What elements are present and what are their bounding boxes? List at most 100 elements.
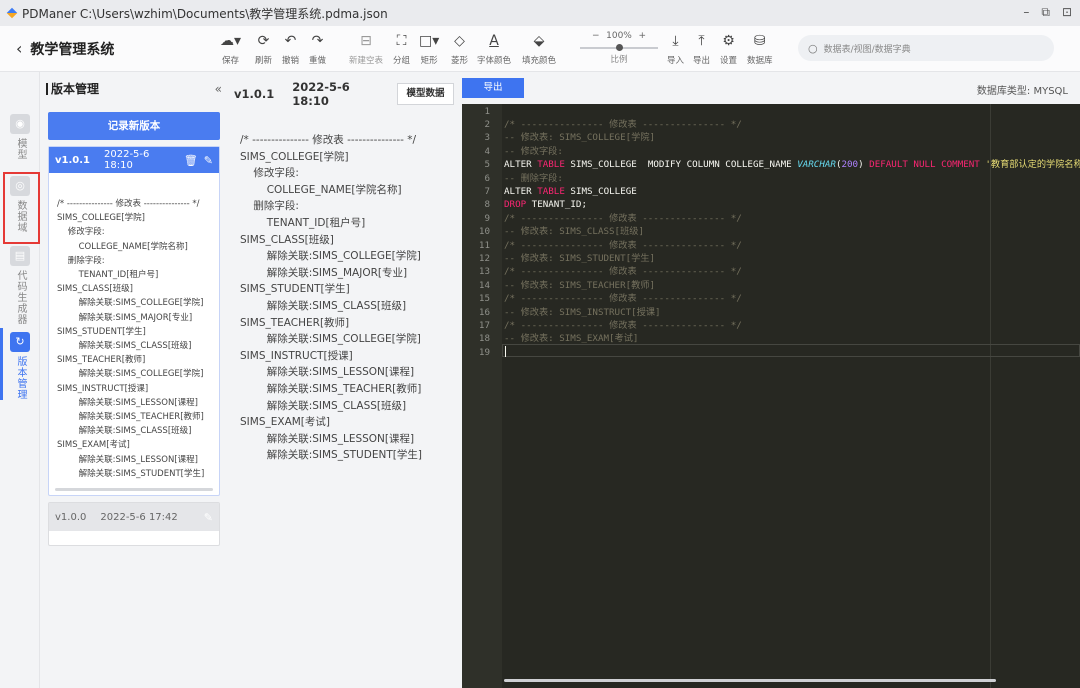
code-token: SIMS_COLLEGE — [564, 185, 637, 197]
code-token: DROP — [504, 199, 527, 211]
line-number: 13 — [478, 266, 490, 278]
code-token: /* --------------- 修改表 --------------- *… — [504, 293, 742, 305]
line-number: 12 — [478, 252, 490, 264]
rail-item-model[interactable]: ◉ 模型 — [8, 114, 32, 160]
cloud-save-icon: ☁▾ — [220, 33, 242, 49]
code-token: TABLE — [537, 159, 565, 171]
code-line: 17 /* --------------- 修改表 ---------------… — [462, 319, 1080, 332]
line-number: 11 — [478, 239, 490, 251]
model-data-button[interactable]: 模型数据 — [397, 83, 454, 105]
zoom-slider-handle[interactable] — [615, 44, 623, 51]
version-card-header: v1.0.1 2022-5-6 18:10 🗑 ✎ — [49, 147, 219, 173]
version-detail: v1.0.1 2022-5-6 18:10 模型数据 /* ----------… — [230, 72, 460, 688]
minimize-icon[interactable]: – — [1023, 5, 1029, 20]
code-line: 6 -- 删除字段: — [462, 172, 1080, 185]
code-line: 16 -- 修改表: SIMS_INSTRUCT[授课] — [462, 306, 1080, 319]
annotation-highlight — [3, 172, 40, 244]
record-new-version-button[interactable]: 记录新版本 — [48, 112, 220, 140]
horizontal-scrollbar[interactable] — [504, 679, 996, 682]
search-icon: ○ — [808, 41, 818, 55]
line-number: 7 — [484, 185, 490, 197]
code-generator-icon: ▤ — [10, 246, 30, 266]
code-token: 200 — [841, 159, 859, 171]
rail-item-code-generator[interactable]: ▤ 代码生成器 — [8, 246, 32, 325]
code-line: 2 /* --------------- 修改表 --------------- … — [462, 118, 1080, 131]
line-number: 8 — [484, 199, 490, 211]
redo-button[interactable]: ↷ 重做 — [309, 32, 326, 66]
pencil-icon[interactable]: ✎ — [204, 511, 213, 524]
code-line: 8 DROP TENANT_ID; — [462, 198, 1080, 211]
code-token: -- 修改表: SIMS_COLLEGE[学院] — [504, 132, 656, 144]
import-button[interactable]: ⤓ 导入 — [667, 32, 684, 66]
export-toolbar-button[interactable]: ⤒ 导出 — [693, 32, 710, 66]
code-token: SIMS_COLLEGE MODIFY COLUMN COLLEGE_NAME — [564, 159, 798, 171]
search-input[interactable]: ○ 数据表/视图/数据字典 — [798, 35, 1054, 61]
undo-button[interactable]: ↶ 撤销 — [282, 32, 299, 66]
code-token: -- 修改表: SIMS_INSTRUCT[授课] — [504, 306, 661, 318]
version-card-header: v1.0.0 2022-5-6 17:42 ✎ — [49, 503, 219, 531]
database-icon: ⛁ — [753, 33, 766, 49]
version-panel-header: 版本管理 « — [46, 82, 222, 96]
collapse-icon[interactable]: « — [215, 82, 222, 96]
code-token: DEFAULT NULL — [869, 159, 936, 171]
code-token: TENANT_ID; — [526, 199, 587, 211]
sql-code-editor[interactable]: 1 2 /* --------------- 修改表 ---------------… — [462, 104, 1080, 688]
rectangle-button[interactable]: □▾ 矩形 — [419, 32, 439, 66]
zoom-in-button[interactable]: + — [638, 31, 646, 41]
line-number: 6 — [484, 172, 490, 184]
diamond-icon: ◇ — [454, 33, 465, 49]
restore-icon[interactable]: ⧉ — [1041, 5, 1050, 20]
font-color-button[interactable]: A 字体颜色 — [477, 32, 511, 66]
zoom-control: − 100% + 比例 — [578, 31, 660, 65]
trash-icon[interactable]: 🗑 — [184, 154, 198, 167]
line-number: 4 — [484, 145, 490, 157]
chevron-left-icon[interactable]: ‹ — [16, 41, 22, 57]
version-panel-title: 版本管理 — [46, 83, 99, 95]
undo-icon: ↶ — [284, 33, 297, 49]
version-card-active[interactable]: v1.0.1 2022-5-6 18:10 🗑 ✎ /* -----------… — [48, 146, 220, 496]
code-token: -- 修改表: SIMS_TEACHER[教师] — [504, 279, 656, 291]
export-script-button[interactable]: 导出 — [462, 78, 524, 98]
save-button[interactable]: ☁▾ 保存 — [220, 32, 241, 66]
horizontal-scrollbar[interactable] — [55, 488, 213, 491]
fill-color-button[interactable]: ⬙ 填充颜色 — [522, 32, 556, 66]
version-panel: 版本管理 « 记录新版本 v1.0.1 2022-5-6 18:10 🗑 ✎ /… — [40, 72, 230, 688]
pdmaner-logo-icon — [6, 7, 18, 19]
code-line: 15 /* --------------- 修改表 ---------------… — [462, 292, 1080, 305]
group-button[interactable]: ⛶ 分组 — [393, 32, 410, 66]
refresh-icon: ⟳ — [257, 33, 270, 49]
close-icon[interactable]: ⊡ — [1062, 5, 1072, 20]
line-number: 18 — [478, 333, 490, 345]
diamond-button[interactable]: ◇ 菱形 — [451, 32, 468, 66]
line-number: 16 — [478, 306, 490, 318]
pencil-icon[interactable]: ✎ — [204, 154, 213, 167]
code-line: 12 -- 修改表: SIMS_STUDENT[学生] — [462, 252, 1080, 265]
rail-item-version-management[interactable]: ↻ 版本管理 — [8, 332, 32, 400]
zoom-out-button[interactable]: − — [592, 31, 600, 41]
zoom-slider[interactable] — [580, 43, 658, 53]
version-card[interactable]: v1.0.0 2022-5-6 17:42 ✎ — [48, 502, 220, 546]
settings-button[interactable]: ⚙ 设置 — [720, 32, 737, 66]
code-token: /* --------------- 修改表 --------------- *… — [504, 239, 742, 251]
code-line: 14 -- 修改表: SIMS_TEACHER[教师] — [462, 279, 1080, 292]
line-number: 14 — [478, 279, 490, 291]
code-line: 18 -- 修改表: SIMS_EXAM[考试] — [462, 332, 1080, 345]
line-number: 1 — [484, 105, 490, 117]
group-icon: ⛶ — [396, 33, 407, 49]
code-token: -- 修改表: SIMS_CLASS[班级] — [504, 226, 644, 238]
left-nav-rail: ◉ 模型 ◎ 数据域 ▤ 代码生成器 ↻ 版本管理 — [0, 72, 40, 688]
code-token: ALTER — [504, 159, 538, 171]
database-type: 数据库类型: MYSQL — [976, 86, 1068, 97]
code-token: '教育部认定的学院名称' — [985, 159, 1080, 171]
line-number: 15 — [478, 293, 490, 305]
toolbar: ‹ 教学管理系统 ☁▾ 保存 ⟳ 刷新 ↶ 撤销 ↷ 重做 ⊟ 新建空表 ⛶ 分… — [0, 26, 1080, 72]
new-table-icon: ⊟ — [360, 33, 372, 49]
code-line: 5 ALTER TABLE SIMS_COLLEGE MODIFY COLUMN … — [462, 158, 1080, 171]
new-blank-table-button[interactable]: ⊟ 新建空表 — [349, 32, 383, 66]
database-button[interactable]: ⛁ 数据库 — [747, 32, 773, 66]
redo-icon: ↷ — [311, 33, 324, 49]
code-line: 4 -- 修改字段: — [462, 145, 1080, 158]
back-to-projects[interactable]: ‹ 教学管理系统 — [16, 39, 114, 59]
code-token: TABLE — [537, 185, 565, 197]
refresh-button[interactable]: ⟳ 刷新 — [255, 32, 272, 66]
